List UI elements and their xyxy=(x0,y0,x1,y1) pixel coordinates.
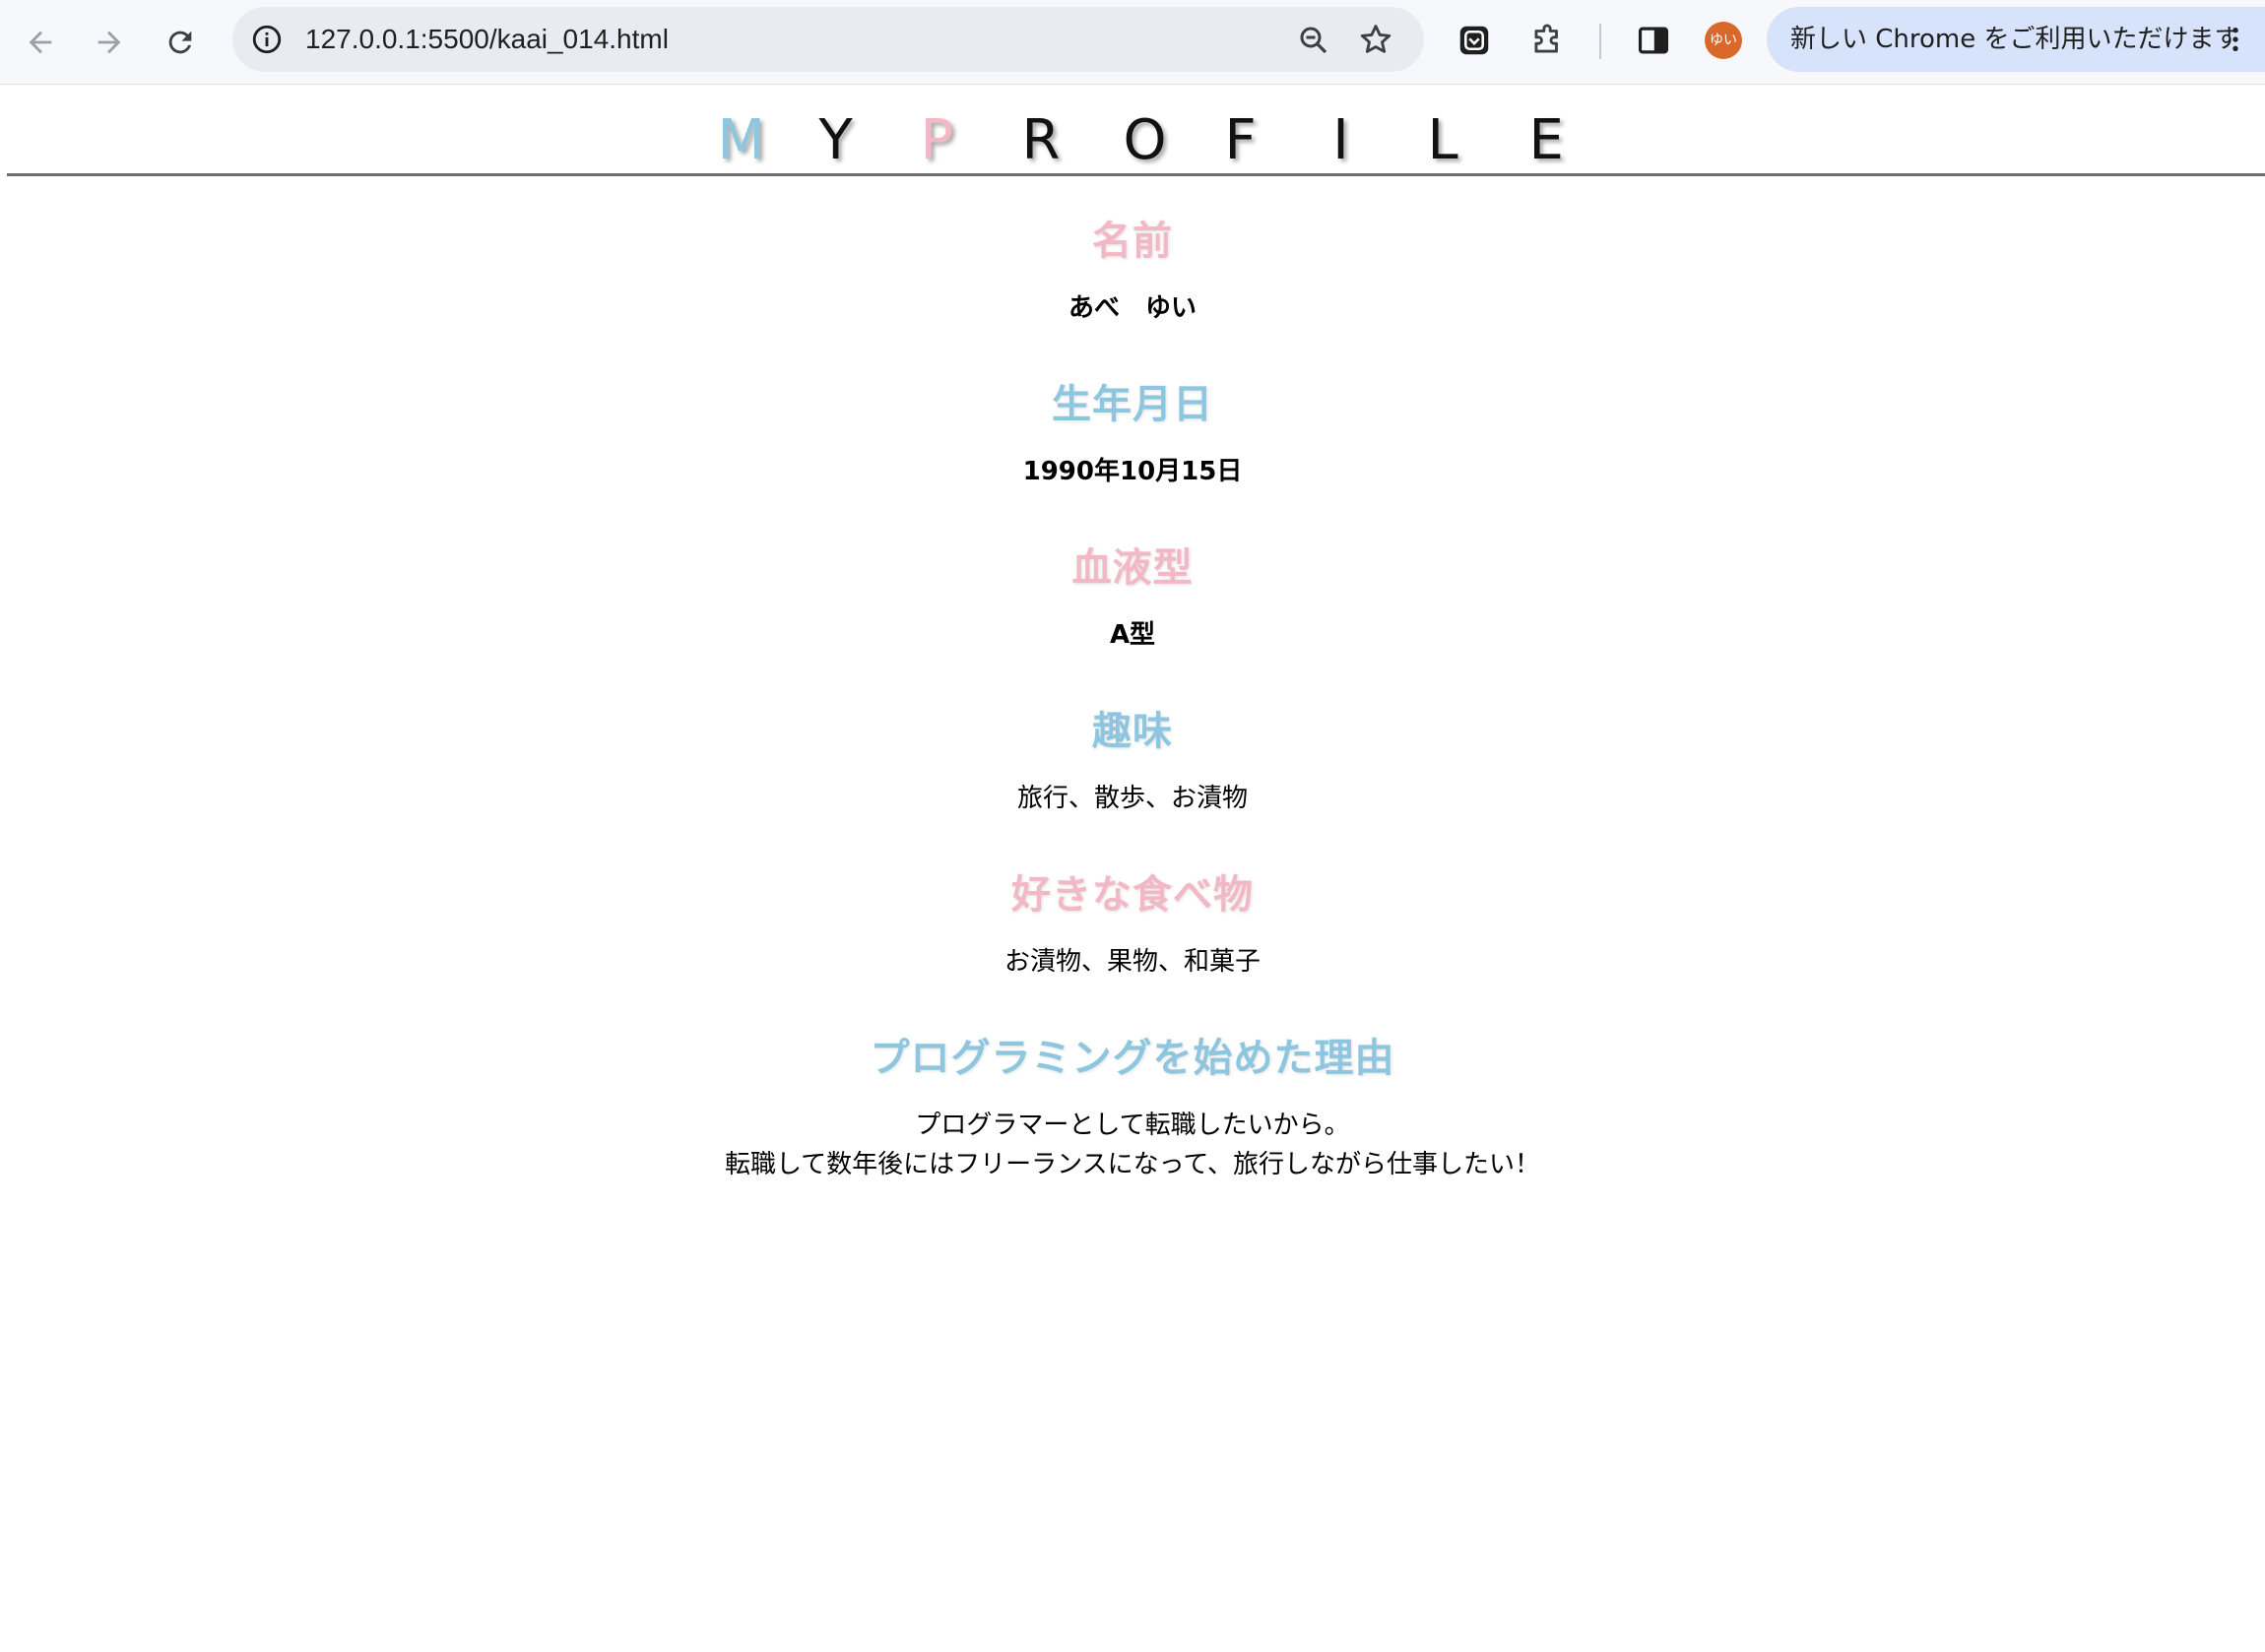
reload-button[interactable] xyxy=(156,18,205,67)
title-letter: P xyxy=(920,108,954,172)
section-heading: プログラミングを始めた理由 xyxy=(870,1036,1395,1081)
profile-section: 好きな食べ物お漬物、果物、和菓子 xyxy=(0,858,2265,1021)
forward-button[interactable] xyxy=(85,18,134,67)
profile-avatar[interactable]: ゆい xyxy=(1705,22,1742,59)
arrow-right-icon xyxy=(97,31,121,54)
chrome-update-button[interactable]: 新しい Chrome をご利用いただけます xyxy=(1767,7,2265,72)
more-vert-icon[interactable] xyxy=(2220,24,2251,55)
section-heading: 名前 xyxy=(1092,219,1173,264)
section-heading: 生年月日 xyxy=(1052,382,1213,427)
profile-section: 趣味旅行、散歩、お漬物 xyxy=(0,694,2265,858)
section-heading: 好きな食べ物 xyxy=(1011,872,1254,918)
extensions-puzzle-icon[interactable] xyxy=(1528,22,1566,59)
profile-section: プログラミングを始めた理由プログラマーとして転職したいから。転職して数年後にはフ… xyxy=(0,1021,2265,1184)
profile-header: MY P ROF I L E xyxy=(7,86,2265,176)
title-letter: Y xyxy=(818,108,853,172)
section-heading: 血液型 xyxy=(1071,545,1194,591)
title-letter: L xyxy=(1427,108,1458,172)
web-page: MY P ROF I L E 名前あべ ゆい生年月日 1990年10月15日血液型 A型趣味旅… xyxy=(0,86,2265,1652)
page-title: MY P ROF I L E xyxy=(717,108,1564,172)
arrow-left-icon xyxy=(29,31,52,54)
section-value: プログラマーとして転職したいから。 xyxy=(915,1111,1350,1140)
url-text[interactable]: 127.0.0.1:5500/kaai_014.html xyxy=(305,7,669,72)
profile-section: 血液型 A型 xyxy=(0,531,2265,694)
section-value: あべ ゆい xyxy=(1068,293,1197,323)
update-label: 新しい Chrome をご利用いただけます xyxy=(1790,25,2240,54)
zoom-out-icon[interactable] xyxy=(1296,23,1331,58)
profile-content: 名前あべ ゆい生年月日 1990年10月15日血液型 A型趣味旅行、散歩、お漬物好き… xyxy=(0,204,2265,1184)
section-value: お漬物、果物、和菓子 xyxy=(1003,947,1261,977)
side-panel-icon[interactable] xyxy=(1635,22,1672,59)
section-value: A型 xyxy=(1109,620,1156,650)
back-button[interactable] xyxy=(16,18,65,67)
browser-toolbar: 127.0.0.1:5500/kaai_014.html ゆい 新しい Chro… xyxy=(0,0,2265,85)
section-value: 旅行、散歩、お漬物 xyxy=(1016,784,1248,813)
title-letter: R xyxy=(1021,108,1061,172)
profile-section: 生年月日 1990年10月15日 xyxy=(0,367,2265,531)
section-heading: 趣味 xyxy=(1092,709,1173,754)
address-bar[interactable]: 127.0.0.1:5500/kaai_014.html xyxy=(232,7,1424,72)
title-letter: F xyxy=(1224,108,1257,172)
title-letter: E xyxy=(1528,108,1564,172)
title-letter: M xyxy=(717,108,765,172)
title-letter: O xyxy=(1123,108,1167,172)
profile-section: 名前 あべ ゆい xyxy=(0,204,2265,367)
reload-icon xyxy=(168,31,192,54)
info-icon[interactable] xyxy=(250,23,284,56)
toolbar-divider xyxy=(1599,24,1601,59)
section-value-line2: 転職して数年後にはフリーランスになって、旅行しながら仕事したい！ xyxy=(724,1150,1541,1179)
bookmark-star-icon[interactable] xyxy=(1357,21,1394,58)
extension-app-icon[interactable] xyxy=(1456,22,1493,59)
title-letter: I xyxy=(1332,108,1349,172)
section-value: 1990年10月15日 xyxy=(1022,457,1243,486)
